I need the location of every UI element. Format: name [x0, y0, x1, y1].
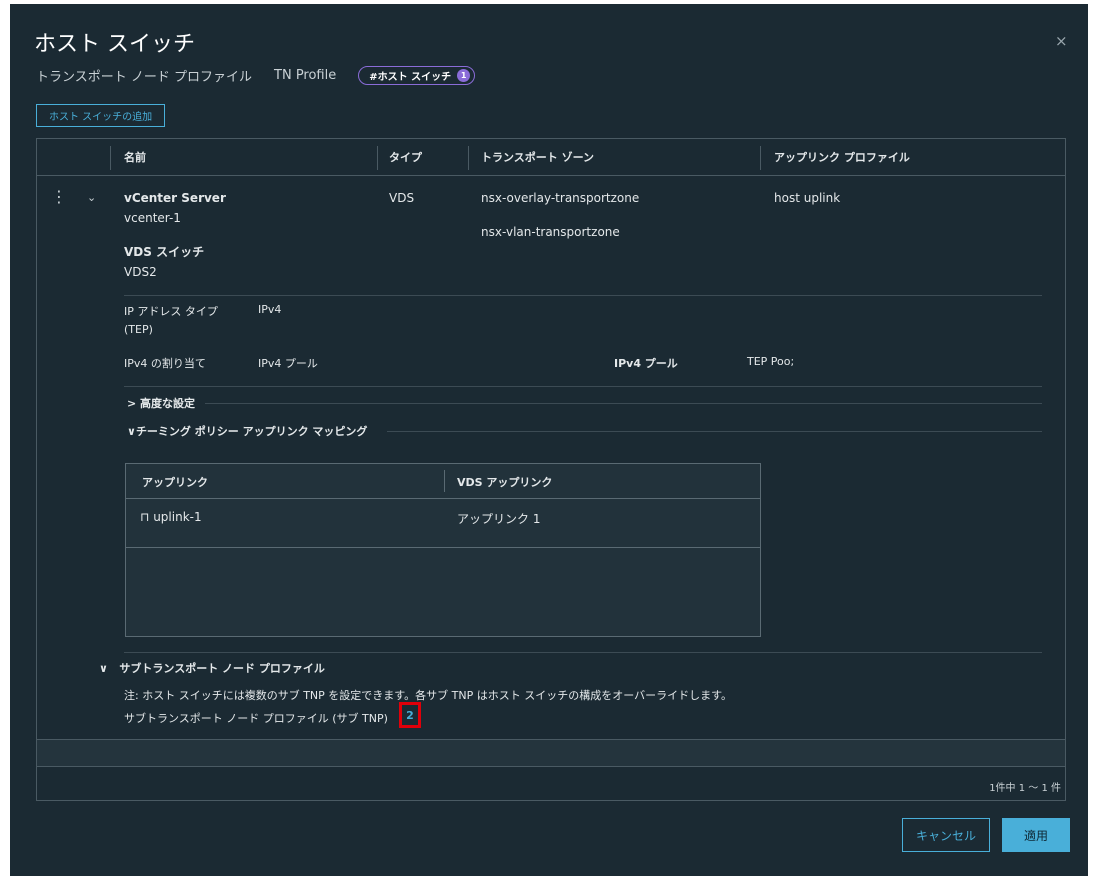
column-header-uplink: アップリンク [142, 476, 208, 489]
ipv4-assign-label: IPv4 の割り当て [124, 357, 206, 370]
advanced-settings-label: 高度な設定 [140, 397, 196, 410]
uplink-row: ⊓ uplink-1 [140, 510, 202, 524]
column-header-vds-uplink: VDS アップリンク [457, 476, 553, 489]
teaming-policy-label: チーミング ポリシー アップリンク マッピング [135, 425, 368, 438]
chevron-down-icon: ∨ [127, 425, 136, 438]
uplink-table-header: アップリンク VDS アップリンク [126, 464, 760, 499]
sub-tnp-label: サブトランスポート ノード プロファイル [119, 662, 325, 675]
row-expand-chevron-icon[interactable]: ⌄ [87, 191, 96, 204]
close-icon[interactable]: × [1055, 32, 1068, 50]
sub-tnp-note: 注: ホスト スイッチには複数のサブ TNP を設定できます。各サブ TNP は… [124, 689, 733, 702]
divider [124, 652, 1042, 653]
grid-header: 名前 タイプ トランスポート ゾーン アップリンク プロファイル [37, 139, 1065, 176]
vds-switch-title: VDS スイッチ [124, 245, 205, 259]
ipv4-assign-value: IPv4 プール [258, 357, 318, 370]
ipv4-pool-value: TEP Poo; [747, 355, 795, 368]
column-header-transport-zone[interactable]: トランスポート ゾーン [481, 149, 594, 165]
port-icon: ⊓ [140, 510, 150, 524]
transport-zone-vlan: nsx-vlan-transportzone [481, 225, 620, 239]
column-separator [468, 146, 469, 170]
uplink-name: uplink-1 [153, 510, 202, 524]
ip-type-label: IP アドレス タイプ [124, 305, 218, 318]
host-switch-dialog: ホスト スイッチ × トランスポート ノード プロファイル TN Profile… [10, 4, 1088, 876]
divider [126, 547, 760, 548]
host-switch-count-badge: #ホスト スイッチ 1 [358, 66, 476, 85]
host-switch-grid: 名前 タイプ トランスポート ゾーン アップリンク プロファイル ⋮ ⌄ vCe… [36, 138, 1066, 801]
advanced-settings-toggle[interactable]: > 高度な設定 [127, 395, 195, 411]
column-header-name[interactable]: 名前 [124, 149, 146, 165]
vds-uplink-value: アップリンク 1 [457, 512, 541, 526]
apply-button[interactable]: 適用 [1002, 818, 1070, 852]
uplink-mapping-table: アップリンク VDS アップリンク ⊓ uplink-1 アップリンク 1 [125, 463, 761, 637]
divider [124, 295, 1042, 296]
sub-tnp-count-link[interactable]: 2 [399, 702, 421, 728]
subtitle-label: トランスポート ノード プロファイル [36, 70, 253, 85]
ip-type-value: IPv4 [258, 303, 282, 316]
column-separator [110, 146, 111, 170]
cancel-button[interactable]: キャンセル [902, 818, 990, 852]
chevron-right-icon: > [127, 397, 141, 410]
pagination-text: 1件中 1 ～ 1 件 [989, 783, 1061, 794]
teaming-policy-toggle[interactable]: ∨チーミング ポリシー アップリンク マッピング [127, 423, 367, 439]
row-actions-icon[interactable]: ⋮ [51, 187, 67, 206]
sub-tnp-toggle[interactable]: ∨ サブトランスポート ノード プロファイル [99, 660, 325, 676]
dialog-subtitle: トランスポート ノード プロファイル TN Profile #ホスト スイッチ … [36, 66, 476, 85]
chevron-down-icon: ∨ [99, 662, 120, 675]
add-host-switch-button[interactable]: ホスト スイッチの追加 [36, 104, 166, 127]
dialog-title: ホスト スイッチ [34, 32, 195, 57]
switch-type: VDS [389, 191, 415, 205]
grid-footer-bar [37, 739, 1065, 767]
profile-name: TN Profile [274, 68, 337, 83]
divider [387, 431, 1042, 432]
ipv4-pool-label: IPv4 プール [614, 357, 678, 370]
column-separator [760, 146, 761, 170]
column-separator [444, 470, 445, 492]
uplink-profile: host uplink [774, 191, 841, 205]
divider [124, 386, 1042, 387]
badge-label: #ホスト スイッチ [369, 72, 452, 83]
column-header-uplink-profile[interactable]: アップリンク プロファイル [774, 149, 910, 165]
transport-zone-overlay: nsx-overlay-transportzone [481, 191, 640, 205]
vds-switch-value: VDS2 [124, 265, 157, 279]
divider [205, 403, 1042, 404]
sub-tnp-count-label: サブトランスポート ノード プロファイル (サブ TNP) [124, 712, 388, 725]
column-separator [377, 146, 378, 170]
column-header-type[interactable]: タイプ [389, 149, 422, 165]
vcenter-title: vCenter Server [124, 191, 226, 205]
vcenter-value: vcenter-1 [124, 211, 181, 225]
badge-count: 1 [457, 69, 471, 82]
ip-type-label-tep: (TEP) [124, 323, 153, 336]
